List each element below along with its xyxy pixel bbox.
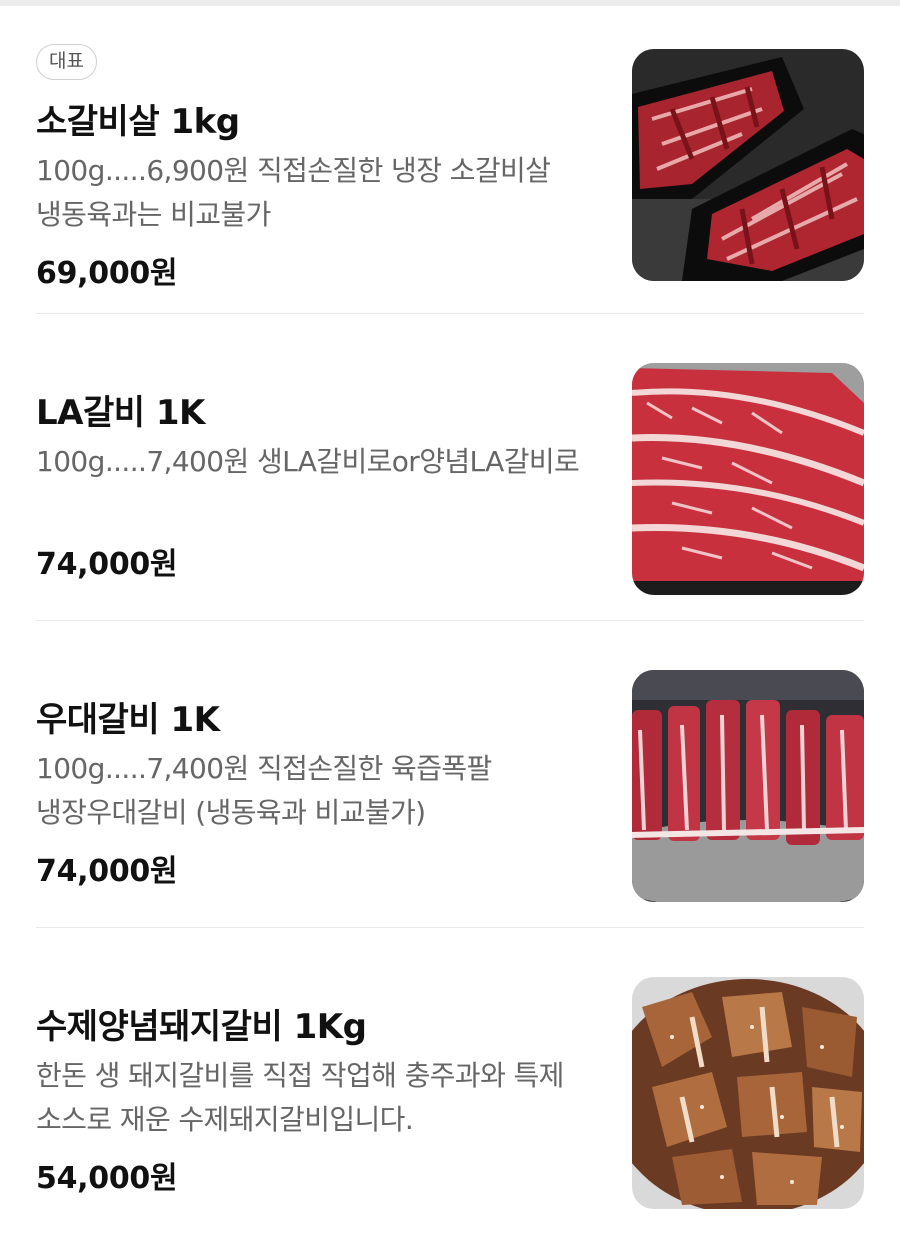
menu-item-price: 69,000원 xyxy=(36,256,178,291)
menu-item-name: 우대갈비 1K xyxy=(36,700,220,740)
menu-item-description: 한돈 생 돼지갈비를 직접 작업해 충주과와 특제 소스로 재운 수제돼지갈비입… xyxy=(36,1059,564,1136)
menu-item-photo[interactable] xyxy=(632,977,864,1209)
representative-badge: 대표 xyxy=(36,44,97,80)
menu-item[interactable]: 수제양념돼지갈비 1Kg 한돈 생 돼지갈비를 직접 작업해 충주과와 특제 소… xyxy=(0,927,900,1234)
menu-item-photo[interactable] xyxy=(632,49,864,281)
menu-item-description: 100g.....6,900원 직접손질한 냉장 소갈비살 냉동육과는 비교불가 xyxy=(36,154,551,231)
menu-item-description: 100g.....7,400원 생LA갈비로or양념LA갈비로 xyxy=(36,445,580,478)
menu-item-price: 74,000원 xyxy=(36,854,178,889)
menu-item-description: 100g.....7,400원 직접손질한 육즙폭팔 냉장우대갈비 (냉동육과 … xyxy=(36,752,492,829)
menu-item[interactable]: 대표 소갈비살 1kg 100g.....6,900원 직접손질한 냉장 소갈비… xyxy=(0,6,900,313)
menu-item-name: LA갈비 1K xyxy=(36,393,205,433)
menu-list: 대표 소갈비살 1kg 100g.....6,900원 직접손질한 냉장 소갈비… xyxy=(0,6,900,1234)
menu-item-photo[interactable] xyxy=(632,363,864,595)
menu-item-photo[interactable] xyxy=(632,670,864,902)
menu-item-name: 수제양념돼지갈비 1Kg xyxy=(36,1007,367,1047)
menu-item[interactable]: 우대갈비 1K 100g.....7,400원 직접손질한 육즙폭팔 냉장우대갈… xyxy=(0,620,900,927)
menu-item-price: 74,000원 xyxy=(36,547,178,582)
menu-item-name: 소갈비살 1kg xyxy=(36,102,240,142)
menu-item[interactable]: LA갈비 1K 100g.....7,400원 생LA갈비로or양념LA갈비로 … xyxy=(0,313,900,620)
menu-item-price: 54,000원 xyxy=(36,1161,178,1196)
